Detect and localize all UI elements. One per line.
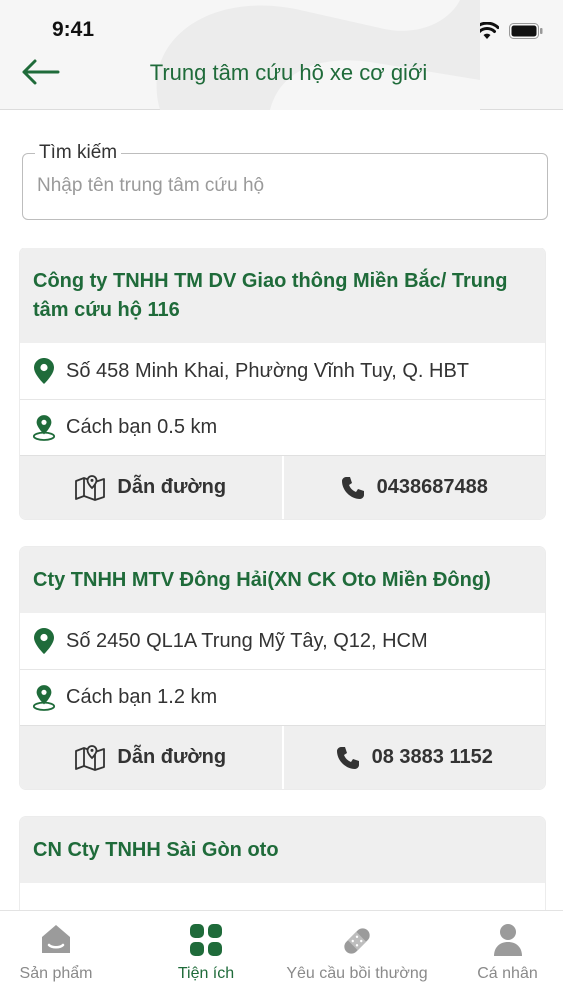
tab-label: Tiện ích [177, 965, 235, 982]
person-icon [493, 923, 523, 962]
center-address: Số 458 Minh Khai, Phường Vĩnh Tuy, Q. HB… [66, 359, 469, 382]
tab-profile[interactable]: Cá nhân [452, 911, 563, 1000]
center-name: Cty TNHH MTV Đông Hải(XN CK Oto Miền Đôn… [20, 547, 545, 613]
search-field[interactable]: Tìm kiếm [22, 142, 548, 220]
location-pin-icon [32, 628, 56, 654]
tab-utilities[interactable]: Tiện ích [150, 911, 262, 1000]
distance-row: Cách bạn 0.5 km [20, 399, 545, 455]
distance-pin-icon [32, 684, 56, 712]
directions-button[interactable]: Dẫn đường [20, 456, 282, 519]
page-title: Trung tâm cứu hộ xe cơ giới [149, 60, 428, 85]
card-actions: Dẫn đường 0438687488 [20, 455, 545, 519]
center-distance: Cách bạn 1.2 km [66, 686, 218, 708]
home-icon [39, 923, 73, 960]
tab-claims[interactable]: Yêu cầu bồi thường [282, 911, 432, 1000]
location-pin-icon [32, 358, 56, 384]
bottom-tab-bar: Sản phẩm Tiện ích Yêu cầu bồi thường Cá … [0, 910, 563, 1000]
status-bar: 9:41 [0, 0, 563, 56]
center-distance: Cách bạn 0.5 km [66, 416, 218, 438]
status-time: 9:41 [52, 18, 95, 41]
directions-label: Dẫn đường [117, 746, 227, 768]
signal-icon [439, 23, 465, 44]
phone-icon [341, 476, 364, 499]
tab-label: Cá nhân [477, 965, 538, 982]
call-button[interactable]: 08 3883 1152 [281, 726, 546, 789]
tab-products[interactable]: Sản phẩm [0, 911, 112, 1000]
address-row: Số 458 Minh Khai, Phường Vĩnh Tuy, Q. HB… [20, 343, 545, 399]
address-row [20, 883, 545, 910]
rescue-center-card[interactable]: Công ty TNHH TM DV Giao thông Miền Bắc/ … [20, 248, 545, 519]
call-button[interactable]: 0438687488 [281, 456, 546, 519]
center-name: Công ty TNHH TM DV Giao thông Miền Bắc/ … [20, 248, 545, 343]
rescue-center-card[interactable]: CN Cty TNHH Sài Gòn oto [20, 817, 545, 910]
directions-button[interactable]: Dẫn đường [20, 726, 282, 789]
directions-label: Dẫn đường [117, 476, 227, 498]
bandage-icon [339, 923, 375, 964]
status-icons [439, 21, 543, 45]
distance-row: Cách bạn 1.2 km [20, 669, 545, 725]
phone-number: 0438687488 [376, 476, 488, 498]
grid-icon [189, 923, 223, 962]
phone-icon [336, 746, 359, 769]
rescue-center-list[interactable]: Công ty TNHH TM DV Giao thông Miền Bắc/ … [0, 248, 563, 910]
tab-label: Sản phẩm [19, 965, 93, 982]
search-input[interactable] [37, 170, 527, 202]
center-address: Số 2450 QL1A Trung Mỹ Tây, Q12, HCM [66, 629, 428, 652]
phone-number: 08 3883 1152 [371, 746, 493, 768]
rescue-center-card[interactable]: Cty TNHH MTV Đông Hải(XN CK Oto Miền Đôn… [20, 547, 545, 789]
distance-pin-icon [32, 414, 56, 442]
tab-label: Yêu cầu bồi thường [286, 965, 428, 982]
address-row: Số 2450 QL1A Trung Mỹ Tây, Q12, HCM [20, 613, 545, 669]
map-icon [75, 744, 106, 771]
search-label: Tìm kiếm [35, 142, 122, 164]
wifi-icon [474, 21, 500, 45]
card-actions: Dẫn đường 08 3883 1152 [20, 725, 545, 789]
map-icon [75, 474, 106, 501]
battery-icon [509, 23, 543, 44]
center-name: CN Cty TNHH Sài Gòn oto [20, 817, 545, 883]
